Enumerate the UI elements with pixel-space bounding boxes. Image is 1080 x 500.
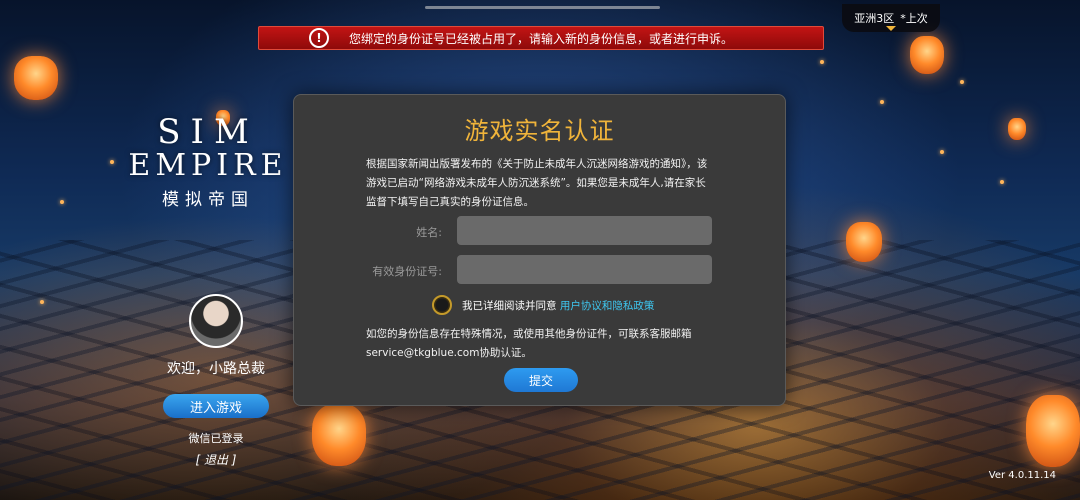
lantern-dot [110,160,114,164]
lantern-decoration [312,404,366,466]
logout-link[interactable]: [ 退出 ] [150,451,282,468]
warning-icon: ! [309,28,329,48]
warning-banner: ! 您绑定的身份证号已经被占用了，请输入新的身份信息，或者进行申诉。 [258,26,824,50]
wechat-status: 微信已登录 [188,432,244,445]
game-logo: SIM EMPIRE 模拟帝国 [122,112,294,210]
id-number-input[interactable] [457,255,712,284]
lantern-decoration [1008,118,1026,140]
lantern-dot [960,80,964,84]
agreement-link[interactable]: 用户协议和隐私政策 [560,300,655,312]
name-input[interactable] [457,216,712,245]
name-label: 姓名: [416,226,442,239]
agree-checkbox[interactable] [432,295,452,315]
submit-button[interactable]: 提交 [504,368,578,392]
welcome-text: 欢迎，小路总裁 [167,361,265,377]
logo-line-2: EMPIRE [128,148,288,183]
lantern-decoration [14,56,58,100]
real-name-dialog: 游戏实名认证 根据国家新闻出版署发布的《关于防止未成年人沉迷网络游戏的通知》，该… [293,94,786,406]
chevron-down-icon [886,26,896,31]
warning-message: 您绑定的身份证号已经被占用了，请输入新的身份信息，或者进行申诉。 [348,31,733,46]
version-label: Ver 4.0.11.14 [988,470,1056,481]
agreement-row: 我已详细阅读并同意 用户协议和隐私政策 [432,295,654,315]
lantern-dot [940,150,944,154]
logo-line-1: SIM [157,112,259,152]
id-number-label: 有效身份证号: [372,265,442,278]
agree-text: 我已详细阅读并同意 [462,299,557,312]
server-name: 亚洲3区 [854,12,895,25]
lantern-dot [880,100,884,104]
avatar [189,294,243,348]
lantern-dot [1000,180,1004,184]
logo-line-3: 模拟帝国 [162,190,254,210]
dialog-description: 根据国家新闻出版署发布的《关于防止未成年人沉迷网络游戏的通知》，该游戏已启动“网… [366,158,708,208]
server-tag: *上次 [900,12,928,25]
lantern-dot [820,60,824,64]
lantern-decoration [846,222,882,262]
dialog-title: 游戏实名认证 [464,117,615,145]
lantern-decoration [910,36,944,74]
top-handle-bar [425,6,660,9]
server-selector[interactable]: 亚洲3区 *上次 [842,4,940,32]
lantern-dot [40,300,44,304]
dialog-note: 如您的身份信息存在特殊情况，或使用其他身份证件，可联系客服邮箱service@t… [366,328,692,359]
lantern-decoration [1026,395,1080,467]
lantern-dot [60,200,64,204]
enter-game-button[interactable]: 进入游戏 [163,394,269,418]
